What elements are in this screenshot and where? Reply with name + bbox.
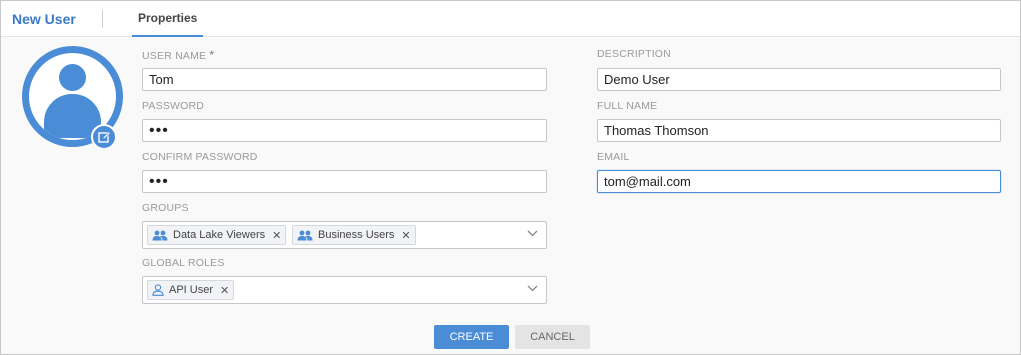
email-input[interactable]: [597, 170, 1001, 193]
role-chip: API User ✕: [147, 280, 235, 300]
global-roles-multiselect[interactable]: API User ✕: [142, 276, 547, 304]
tab-properties[interactable]: Properties: [132, 1, 204, 37]
full-name-input[interactable]: [597, 119, 1001, 142]
page-title: New User: [12, 11, 76, 27]
username-label: USER NAME *: [142, 48, 214, 62]
group-icon: [152, 230, 168, 241]
chevron-down-icon[interactable]: [527, 285, 538, 292]
groups-multiselect[interactable]: Data Lake Viewers ✕ Business Users ✕: [142, 221, 547, 249]
remove-chip-icon[interactable]: ✕: [272, 229, 281, 242]
username-label-text: USER NAME: [142, 50, 207, 62]
cancel-button[interactable]: CANCEL: [515, 325, 590, 349]
username-input[interactable]: [142, 68, 547, 91]
edit-icon: [98, 131, 111, 143]
dialog-frame: New User Properties USER NAME * PASSWORD…: [0, 0, 1021, 355]
description-label: DESCRIPTION: [597, 48, 671, 60]
confirm-password-input[interactable]: •••: [142, 170, 547, 193]
user-icon: [152, 284, 164, 296]
remove-chip-icon[interactable]: ✕: [401, 229, 410, 242]
chevron-down-icon[interactable]: [527, 230, 538, 237]
remove-chip-icon[interactable]: ✕: [220, 284, 229, 297]
password-input[interactable]: •••: [142, 119, 547, 142]
create-button[interactable]: CREATE: [434, 325, 509, 349]
group-chip: Business Users ✕: [292, 225, 416, 245]
avatar-head-shape: [59, 64, 86, 91]
header-bar: New User Properties: [1, 1, 1020, 37]
role-chip-label: API User: [169, 284, 214, 296]
edit-avatar-button[interactable]: [91, 124, 117, 150]
email-label: EMAIL: [597, 151, 630, 163]
group-chip-label: Business Users: [318, 229, 395, 241]
description-input[interactable]: [597, 68, 1001, 91]
confirm-password-label: CONFIRM PASSWORD: [142, 151, 258, 163]
group-chip-label: Data Lake Viewers: [173, 229, 266, 241]
global-roles-label: GLOBAL ROLES: [142, 257, 225, 269]
full-name-label: FULL NAME: [597, 100, 658, 112]
groups-label: GROUPS: [142, 202, 189, 214]
group-icon: [297, 230, 313, 241]
group-chip: Data Lake Viewers ✕: [147, 225, 287, 245]
required-mark: *: [209, 48, 215, 62]
header-divider: [102, 10, 103, 28]
password-label: PASSWORD: [142, 100, 205, 112]
